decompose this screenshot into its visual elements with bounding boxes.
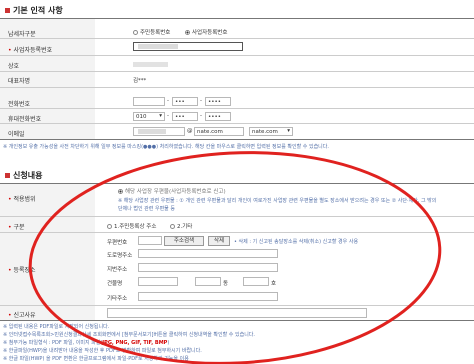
annotation-ellipse: [28, 151, 442, 364]
